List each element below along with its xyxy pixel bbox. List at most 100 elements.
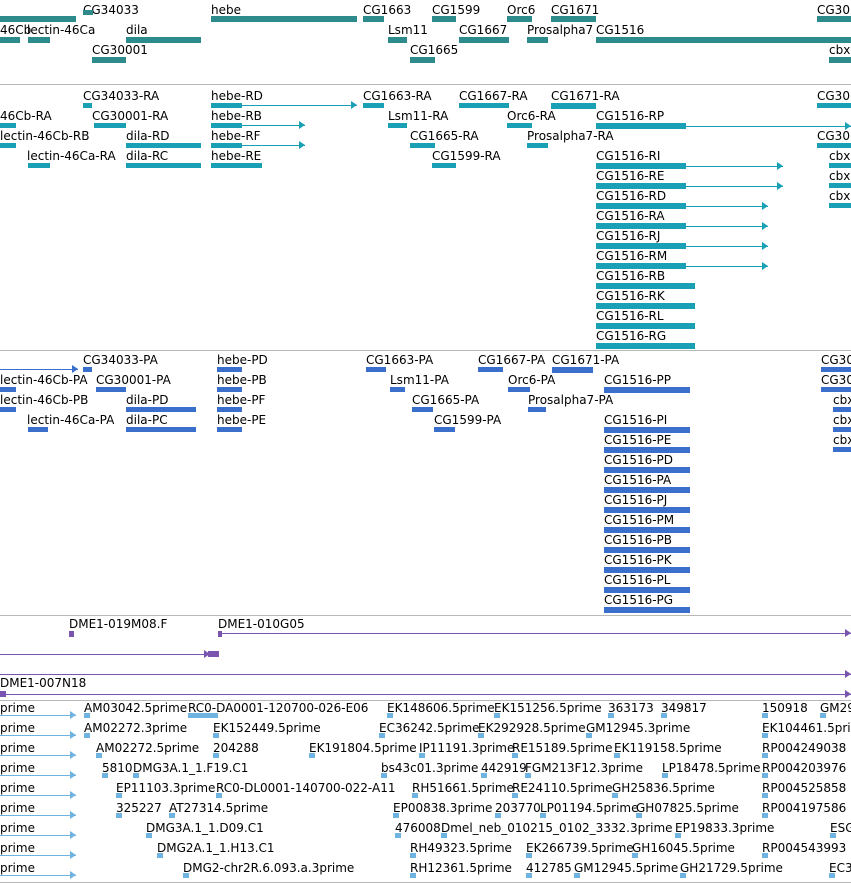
feature-glyph[interactable] [211,123,242,128]
feature-glyph[interactable] [830,833,836,838]
feature-glyph[interactable] [612,793,618,798]
feature-label[interactable]: CG30001-PA [96,373,171,387]
feature-glyph[interactable] [94,123,126,128]
feature-label[interactable]: CG1667-RA [459,89,528,103]
feature-label[interactable]: EP00838.3prime [393,801,492,815]
feature-label[interactable]: LP01194.5prime [540,801,639,815]
feature-label[interactable]: CG30 [817,3,850,17]
feature-label[interactable]: CG1516-PP [604,373,671,387]
feature-label[interactable]: AM02272.3prime [84,721,187,735]
feature-label[interactable]: hebe-PD [217,353,268,367]
feature-label[interactable]: GH25836.5prime [612,781,715,795]
feature-glyph[interactable] [762,793,768,798]
feature-glyph[interactable] [83,103,92,108]
feature-glyph[interactable] [412,407,433,412]
feature-label[interactable]: CG1599-RA [432,149,501,163]
feature-glyph[interactable] [540,813,546,818]
feature-label[interactable]: CG1516-PK [604,553,672,567]
feature-label[interactable]: CG1599 [432,3,480,17]
feature-glyph[interactable] [507,123,532,128]
feature-glyph[interactable] [817,16,851,22]
feature-glyph[interactable] [661,713,667,718]
feature-glyph[interactable] [218,631,222,637]
feature-glyph[interactable] [525,773,531,778]
feature-glyph[interactable] [478,733,484,738]
feature-label[interactable]: IP11191.3prime [419,741,514,755]
feature-label[interactable]: Prosalpha7-PA [528,393,613,407]
feature-glyph[interactable] [512,793,518,798]
feature-label[interactable]: EP11103.3prime [116,781,215,795]
feature-label[interactable]: hebe-PB [217,373,267,387]
feature-label[interactable]: prime [0,781,35,795]
feature-glyph[interactable] [116,793,122,798]
feature-label[interactable]: prime [0,761,35,775]
feature-label[interactable]: hebe-PE [217,413,266,427]
feature-label[interactable]: EK148606.5prime [387,701,495,715]
feature-label[interactable]: CG1671-RA [551,89,620,103]
feature-label[interactable]: EK266739.5prime [526,841,634,855]
feature-glyph[interactable] [552,367,593,373]
feature-glyph[interactable] [762,713,768,718]
feature-glyph[interactable] [126,143,201,148]
feature-label[interactable]: DMG2-chr2R.6.093.a.3prime [183,861,354,875]
feature-label[interactable]: CG1663 [363,3,411,17]
feature-glyph[interactable] [817,103,851,108]
feature-label[interactable]: CG1667-PA [478,353,545,367]
feature-glyph[interactable] [92,57,126,63]
feature-label[interactable]: GH07825.5prime [636,801,739,815]
feature-glyph[interactable] [363,103,384,108]
feature-glyph[interactable] [213,733,219,738]
feature-glyph[interactable] [680,873,686,878]
feature-label[interactable]: DMG3A.1_1.F19.C1 [133,761,248,775]
feature-label[interactable]: CG1599-PA [434,413,501,427]
feature-glyph[interactable] [478,367,503,372]
feature-label[interactable]: cbx [829,189,850,203]
feature-label[interactable]: CG1671 [551,3,599,17]
feature-label[interactable]: DME1-010G05 [218,617,305,631]
feature-glyph[interactable] [126,407,196,412]
feature-glyph[interactable] [363,16,384,22]
feature-glyph[interactable] [217,407,242,412]
feature-label[interactable]: CG1516-RB [596,269,665,283]
feature-glyph[interactable] [551,103,596,109]
feature-label[interactable]: prime [0,841,35,855]
feature-glyph[interactable] [395,833,401,838]
feature-label[interactable]: dila-PD [126,393,168,407]
feature-label[interactable]: lectin-46Cb-RB [0,129,89,143]
feature-glyph[interactable] [762,813,768,818]
feature-label[interactable]: DME1-019M08.F [69,617,167,631]
feature-label[interactable]: hebe [211,3,241,17]
feature-glyph[interactable] [551,16,596,22]
feature-glyph[interactable] [126,163,201,168]
feature-label[interactable]: 204288 [213,741,259,755]
feature-glyph[interactable] [157,853,163,858]
feature-glyph[interactable] [528,407,546,412]
feature-glyph[interactable] [434,427,455,432]
feature-label[interactable]: 203770 [495,801,541,815]
feature-label[interactable]: CG1663-PA [366,353,433,367]
feature-label[interactable]: CG1516-PL [604,573,670,587]
feature-label[interactable]: 476008 [395,821,441,835]
feature-glyph[interactable] [211,16,357,22]
feature-glyph[interactable] [0,37,20,43]
feature-label[interactable]: CG1516-PB [604,533,672,547]
feature-glyph[interactable] [432,163,456,168]
feature-glyph[interactable] [432,16,456,22]
feature-glyph[interactable] [829,183,851,188]
feature-glyph[interactable] [133,773,139,778]
feature-glyph[interactable] [829,873,835,878]
feature-label[interactable]: RP004203976 [762,761,846,775]
feature-label[interactable]: FGM213F12.3prime [525,761,643,775]
feature-glyph[interactable] [614,753,620,758]
feature-glyph[interactable] [188,713,218,718]
feature-label[interactable]: Orc6 [507,3,535,17]
feature-label[interactable]: CG1516-RM [596,249,667,263]
feature-label[interactable]: 325227 [116,801,162,815]
feature-label[interactable]: Orc6-PA [508,373,555,387]
feature-glyph[interactable] [0,123,16,128]
feature-glyph[interactable] [410,873,416,878]
feature-label[interactable]: GH16045.5prime [632,841,735,855]
feature-label[interactable]: hebe-RB [211,109,262,123]
feature-label[interactable]: dila-PC [126,413,168,427]
feature-glyph[interactable] [459,37,509,43]
